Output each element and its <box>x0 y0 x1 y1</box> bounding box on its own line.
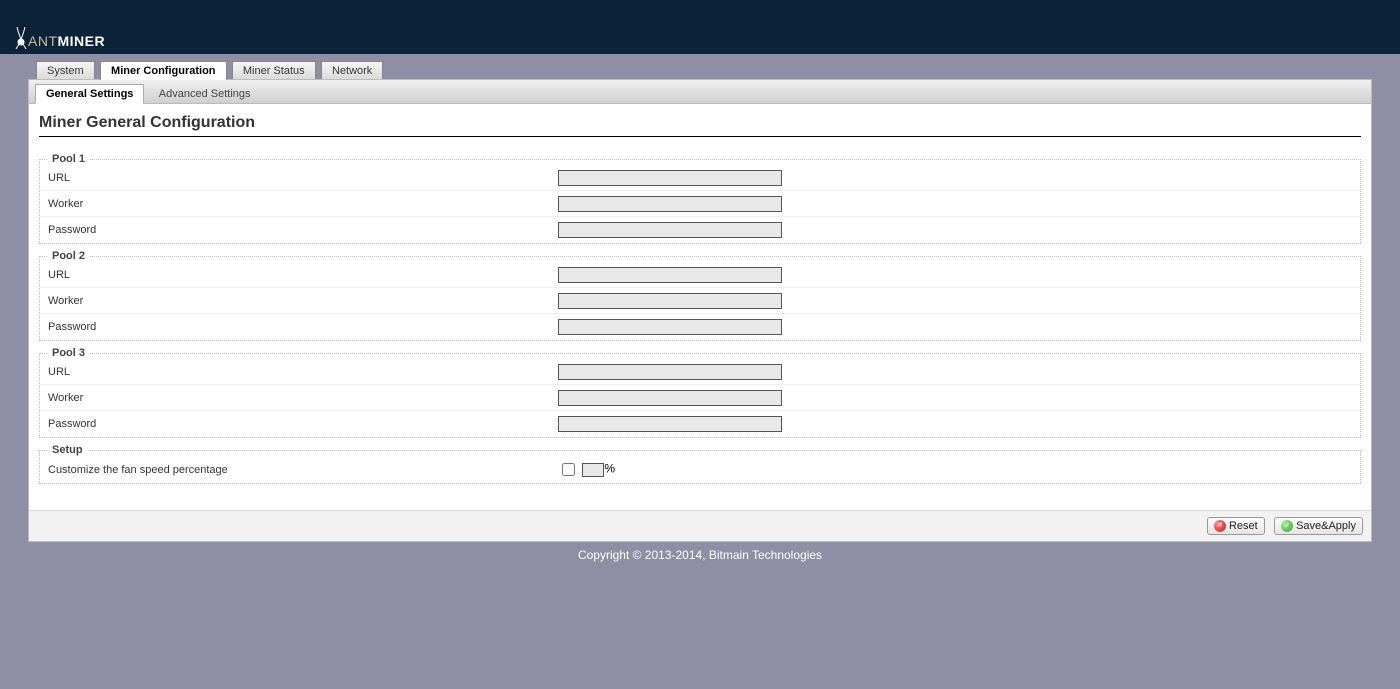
pool-3-url-label: URL <box>48 366 558 378</box>
main-tabs: System Miner Configuration Miner Status … <box>0 54 1400 79</box>
fan-speed-input[interactable] <box>582 463 604 477</box>
pool-1-fieldset: Pool 1 URL Worker Password <box>39 153 1361 244</box>
pool-3-url-row: URL <box>40 359 1360 385</box>
page-title-wrap: Miner General Configuration <box>29 104 1371 143</box>
logo: ANTMINER <box>12 26 105 48</box>
content-area: Pool 1 URL Worker Password Pool 2 URL W <box>29 143 1371 510</box>
title-divider <box>39 136 1361 137</box>
main-container: General Settings Advanced Settings Miner… <box>28 79 1372 542</box>
setup-fieldset: Setup Customize the fan speed percentage… <box>39 444 1361 484</box>
setup-fan-row: Customize the fan speed percentage % <box>40 456 1360 483</box>
logo-text: ANTMINER <box>28 34 105 48</box>
pool-1-worker-label: Worker <box>48 198 558 210</box>
pool-2-fieldset: Pool 2 URL Worker Password <box>39 250 1361 341</box>
subtab-general-settings[interactable]: General Settings <box>35 84 144 104</box>
pool-1-legend: Pool 1 <box>48 153 89 165</box>
pool-3-password-input[interactable] <box>558 416 782 432</box>
tab-miner-configuration[interactable]: Miner Configuration <box>100 61 227 80</box>
subtab-advanced-settings[interactable]: Advanced Settings <box>148 84 262 103</box>
pool-1-password-input[interactable] <box>558 222 782 238</box>
pool-3-worker-input[interactable] <box>558 390 782 406</box>
percent-sign: % <box>604 462 615 476</box>
pool-2-url-input[interactable] <box>558 267 782 283</box>
pool-2-password-input[interactable] <box>558 319 782 335</box>
cancel-icon <box>1214 520 1226 532</box>
copyright-text: Copyright © 2013-2014, Bitmain Technolog… <box>578 548 822 562</box>
pool-3-url-input[interactable] <box>558 364 782 380</box>
pool-3-worker-label: Worker <box>48 392 558 404</box>
pool-2-worker-row: Worker <box>40 288 1360 314</box>
pool-2-worker-label: Worker <box>48 295 558 307</box>
setup-legend: Setup <box>48 444 87 456</box>
page-title: Miner General Configuration <box>39 114 1361 132</box>
pool-3-password-row: Password <box>40 411 1360 437</box>
pool-3-legend: Pool 3 <box>48 347 89 359</box>
logo-text-ant: ANT <box>28 33 58 49</box>
pool-1-url-row: URL <box>40 165 1360 191</box>
header-bar: ANTMINER <box>0 0 1400 54</box>
pool-3-password-label: Password <box>48 418 558 430</box>
tab-miner-status[interactable]: Miner Status <box>232 61 316 80</box>
pool-2-worker-input[interactable] <box>558 293 782 309</box>
save-apply-button[interactable]: Save&Apply <box>1274 517 1363 535</box>
logo-text-miner: MINER <box>58 33 106 49</box>
pool-3-fieldset: Pool 3 URL Worker Password <box>39 347 1361 438</box>
pool-2-url-label: URL <box>48 269 558 281</box>
sub-tabs: General Settings Advanced Settings <box>29 80 1371 104</box>
pool-2-url-row: URL <box>40 262 1360 288</box>
pool-1-url-label: URL <box>48 172 558 184</box>
tab-network[interactable]: Network <box>321 61 383 80</box>
check-icon <box>1281 520 1293 532</box>
pool-1-worker-input[interactable] <box>558 196 782 212</box>
pool-2-password-label: Password <box>48 321 558 333</box>
fan-speed-checkbox[interactable] <box>562 463 575 476</box>
pool-1-password-row: Password <box>40 217 1360 243</box>
reset-button[interactable]: Reset <box>1207 517 1265 535</box>
pool-1-url-input[interactable] <box>558 170 782 186</box>
copyright: Copyright © 2013-2014, Bitmain Technolog… <box>0 542 1400 562</box>
pool-1-worker-row: Worker <box>40 191 1360 217</box>
pool-3-worker-row: Worker <box>40 385 1360 411</box>
ant-icon <box>12 26 30 50</box>
pool-1-password-label: Password <box>48 224 558 236</box>
setup-fan-label: Customize the fan speed percentage <box>48 464 558 476</box>
pool-2-password-row: Password <box>40 314 1360 340</box>
footer-bar: Reset Save&Apply <box>29 510 1371 541</box>
reset-button-label: Reset <box>1229 520 1258 532</box>
save-apply-button-label: Save&Apply <box>1296 520 1356 532</box>
tab-system[interactable]: System <box>36 61 95 80</box>
pool-2-legend: Pool 2 <box>48 250 89 262</box>
